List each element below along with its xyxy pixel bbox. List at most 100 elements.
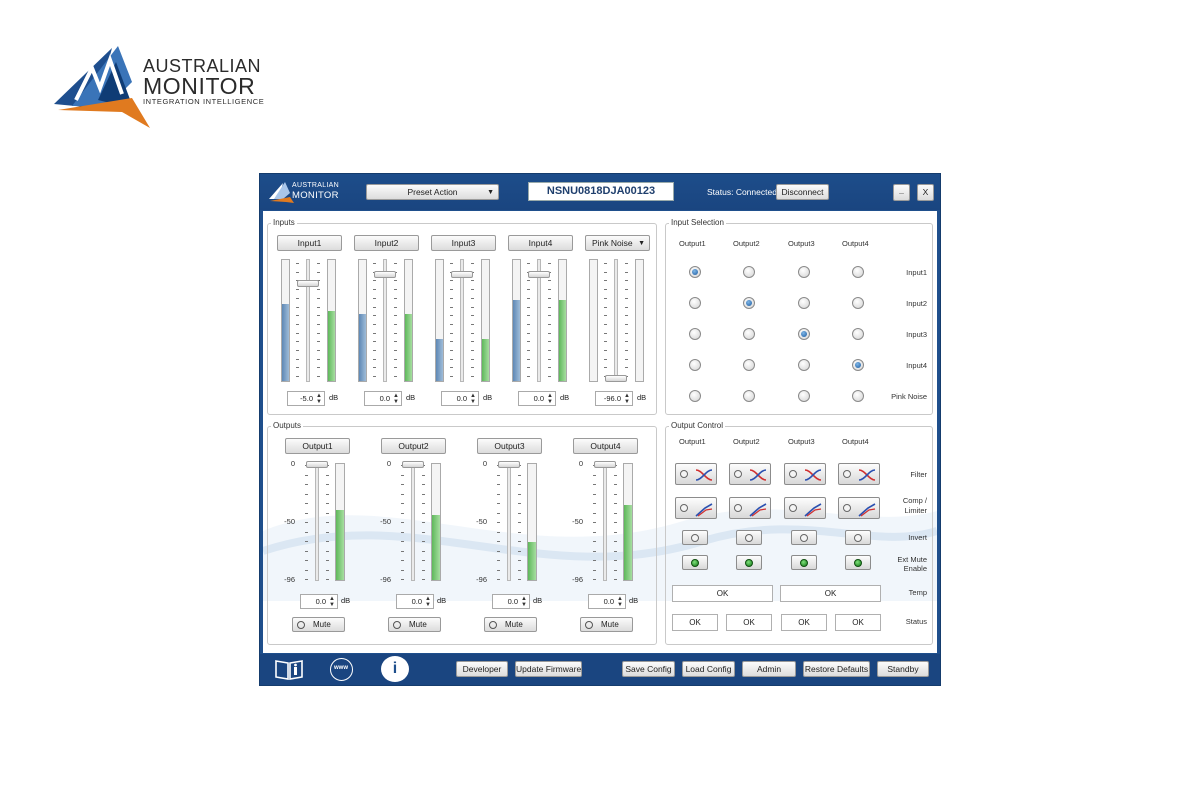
- fader-tick: [326, 531, 329, 533]
- radio-option[interactable]: [689, 328, 701, 340]
- minimize-button[interactable]: _: [893, 184, 910, 201]
- comp-limiter-button[interactable]: [784, 497, 826, 519]
- fader-thumb[interactable]: [594, 461, 616, 468]
- ext-mute-enable-button[interactable]: [736, 555, 762, 570]
- fader-thumb[interactable]: [498, 461, 520, 468]
- meter-fill: [559, 299, 566, 381]
- save-config-button[interactable]: Save Config: [622, 661, 675, 677]
- comp-limiter-button[interactable]: [838, 497, 880, 519]
- output-channel-button[interactable]: Output1: [285, 438, 350, 454]
- invert-button[interactable]: [736, 530, 762, 545]
- ext-mute-enable-button[interactable]: [791, 555, 817, 570]
- fader-thumb[interactable]: [402, 461, 424, 468]
- output-channel-button[interactable]: Output3: [477, 438, 542, 454]
- radio-option[interactable]: [743, 266, 755, 278]
- fader-thumb[interactable]: [306, 461, 328, 468]
- output-channel-button[interactable]: Output4: [573, 438, 638, 454]
- website-globe-icon[interactable]: www: [330, 658, 353, 681]
- spinner-icon[interactable]: ▲ ▼: [470, 393, 476, 405]
- input-channel-button[interactable]: Input4: [508, 235, 573, 251]
- mute-button[interactable]: Mute: [484, 617, 537, 632]
- fader-thumb[interactable]: [528, 270, 550, 278]
- radio-option[interactable]: [689, 390, 701, 402]
- mute-button[interactable]: Mute: [292, 617, 345, 632]
- spinner-icon[interactable]: ▲ ▼: [547, 393, 553, 405]
- preset-action-dropdown[interactable]: Preset Action ▼: [366, 184, 499, 200]
- radio-option[interactable]: [743, 359, 755, 371]
- invert-button[interactable]: [682, 530, 708, 545]
- fader-track[interactable]: [603, 463, 607, 581]
- fader-thumb[interactable]: [374, 270, 396, 278]
- gain-value-field[interactable]: 0.0 ▲ ▼: [396, 594, 434, 609]
- mute-button[interactable]: Mute: [580, 617, 633, 632]
- disconnect-button[interactable]: Disconnect: [776, 184, 829, 200]
- radio-selected[interactable]: [689, 266, 701, 278]
- radio-option[interactable]: [798, 297, 810, 309]
- radio-option[interactable]: [798, 359, 810, 371]
- radio-option[interactable]: [852, 266, 864, 278]
- update-firmware-button[interactable]: Update Firmware: [515, 661, 582, 677]
- close-button[interactable]: X: [917, 184, 934, 201]
- gain-value-field[interactable]: 0.0 ▲ ▼: [364, 391, 402, 406]
- invert-button[interactable]: [791, 530, 817, 545]
- input-channel-button[interactable]: Input3: [431, 235, 496, 251]
- gain-value-field[interactable]: 0.0 ▲ ▼: [588, 594, 626, 609]
- mute-button[interactable]: Mute: [388, 617, 441, 632]
- spinner-icon[interactable]: ▲ ▼: [617, 596, 623, 608]
- developer-button[interactable]: Developer: [456, 661, 508, 677]
- spinner-icon[interactable]: ▲ ▼: [393, 393, 399, 405]
- comp-limiter-button[interactable]: [729, 497, 771, 519]
- fader-track[interactable]: [614, 259, 618, 382]
- restore-defaults-button[interactable]: Restore Defaults: [803, 661, 870, 677]
- radio-option[interactable]: [852, 390, 864, 402]
- filter-button[interactable]: [675, 463, 717, 485]
- fader-track[interactable]: [411, 463, 415, 581]
- ext-mute-enable-button[interactable]: [682, 555, 708, 570]
- filter-button[interactable]: [784, 463, 826, 485]
- fader-tick: [614, 579, 617, 580]
- output-channel-button[interactable]: Output2: [381, 438, 446, 454]
- radio-option[interactable]: [689, 359, 701, 371]
- gain-value-field[interactable]: 0.0 ▲ ▼: [441, 391, 479, 406]
- spinner-icon[interactable]: ▲ ▼: [425, 596, 431, 608]
- gain-value-field[interactable]: 0.0 ▲ ▼: [518, 391, 556, 406]
- fader-thumb[interactable]: [451, 270, 473, 278]
- fader-track[interactable]: [315, 463, 319, 581]
- ext-mute-enable-button[interactable]: [845, 555, 871, 570]
- filter-button[interactable]: [729, 463, 771, 485]
- gain-value-field[interactable]: 0.0 ▲ ▼: [492, 594, 530, 609]
- gain-value-field[interactable]: -96.0 ▲ ▼: [595, 391, 633, 406]
- invert-button[interactable]: [845, 530, 871, 545]
- radio-option[interactable]: [798, 390, 810, 402]
- radio-option[interactable]: [743, 390, 755, 402]
- filter-button[interactable]: [838, 463, 880, 485]
- admin-button[interactable]: Admin: [742, 661, 796, 677]
- comp-limiter-button[interactable]: [675, 497, 717, 519]
- radio-option[interactable]: [798, 266, 810, 278]
- fader-thumb[interactable]: [297, 279, 319, 287]
- radio-option[interactable]: [743, 328, 755, 340]
- input-channel-button[interactable]: Pink Noise ▼: [585, 235, 650, 251]
- radio-selected[interactable]: [852, 359, 864, 371]
- manual-book-icon[interactable]: [274, 658, 304, 681]
- gain-value-field[interactable]: -5.0 ▲ ▼: [287, 391, 325, 406]
- radio-option[interactable]: [852, 328, 864, 340]
- radio-selected[interactable]: [743, 297, 755, 309]
- fader-track[interactable]: [306, 259, 310, 382]
- spinner-icon[interactable]: ▲ ▼: [329, 596, 335, 608]
- radio-selected[interactable]: [798, 328, 810, 340]
- radio-option[interactable]: [689, 297, 701, 309]
- load-config-button[interactable]: Load Config: [682, 661, 735, 677]
- fader-thumb[interactable]: [605, 375, 627, 382]
- info-icon[interactable]: i: [381, 656, 409, 682]
- spinner-icon[interactable]: ▲ ▼: [316, 393, 322, 405]
- fader-track[interactable]: [507, 463, 511, 581]
- input-channel-button[interactable]: Input1: [277, 235, 342, 251]
- fader-tick: [326, 579, 329, 580]
- spinner-icon[interactable]: ▲ ▼: [624, 393, 630, 405]
- input-channel-button[interactable]: Input2: [354, 235, 419, 251]
- spinner-icon[interactable]: ▲ ▼: [521, 596, 527, 608]
- radio-option[interactable]: [852, 297, 864, 309]
- standby-button[interactable]: Standby: [877, 661, 929, 677]
- gain-value-field[interactable]: 0.0 ▲ ▼: [300, 594, 338, 609]
